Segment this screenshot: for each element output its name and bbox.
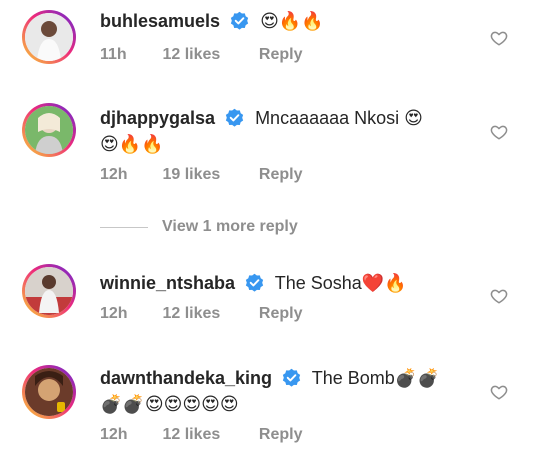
avatar-photo: [25, 267, 73, 315]
verified-badge-icon: [225, 108, 244, 127]
reply-button[interactable]: Reply: [259, 426, 303, 444]
divider: [100, 226, 148, 228]
comment-emoji: 😍🔥🔥: [260, 11, 324, 32]
comment-emoji-continued: 💣💣😍😍😍😍😍: [100, 394, 239, 415]
avatar-photo: [25, 106, 73, 154]
likes-count[interactable]: 12 likes: [162, 305, 254, 323]
comment-time: 12h: [100, 305, 128, 322]
username[interactable]: djhappygalsa: [100, 108, 215, 128]
reply-button[interactable]: Reply: [259, 305, 303, 323]
username[interactable]: winnie_ntshaba: [100, 273, 235, 293]
reply-button[interactable]: Reply: [259, 46, 303, 64]
view-more-replies-label[interactable]: View 1 more reply: [162, 218, 298, 236]
comment-emoji: 😍: [404, 108, 423, 129]
heart-outline-icon[interactable]: [490, 123, 508, 141]
avatar-photo: [25, 13, 73, 61]
avatar[interactable]: [22, 365, 76, 419]
comment-emoji: ❤️🔥: [361, 273, 407, 294]
avatar-photo: [25, 368, 73, 416]
comment-text: The Sosha: [274, 273, 362, 293]
comment-time: 12h: [100, 166, 128, 183]
heart-outline-icon[interactable]: [490, 29, 508, 47]
comment-time: 12h: [100, 426, 128, 443]
reply-button[interactable]: Reply: [259, 166, 303, 184]
verified-badge-icon: [245, 273, 264, 292]
heart-outline-icon[interactable]: [490, 383, 508, 401]
heart-outline-icon[interactable]: [490, 287, 508, 305]
avatar[interactable]: [22, 103, 76, 157]
likes-count[interactable]: 12 likes: [162, 426, 254, 444]
view-more-replies[interactable]: View 1 more reply: [100, 216, 298, 238]
username[interactable]: dawnthandeka_king: [100, 368, 272, 388]
avatar[interactable]: [22, 10, 76, 64]
verified-badge-icon: [230, 11, 249, 30]
username[interactable]: buhlesamuels: [100, 11, 220, 31]
comment-emoji: 💣💣: [394, 368, 440, 389]
comment-time: 11h: [100, 46, 127, 63]
verified-badge-icon: [282, 368, 301, 387]
comment-text: The Bomb: [311, 368, 395, 388]
avatar[interactable]: [22, 264, 76, 318]
comment-emoji-continued: 😍🔥🔥: [100, 134, 164, 155]
likes-count[interactable]: 19 likes: [162, 166, 254, 184]
likes-count[interactable]: 12 likes: [162, 46, 254, 64]
comment-text: Mncaaaaaa Nkosi: [255, 108, 400, 128]
